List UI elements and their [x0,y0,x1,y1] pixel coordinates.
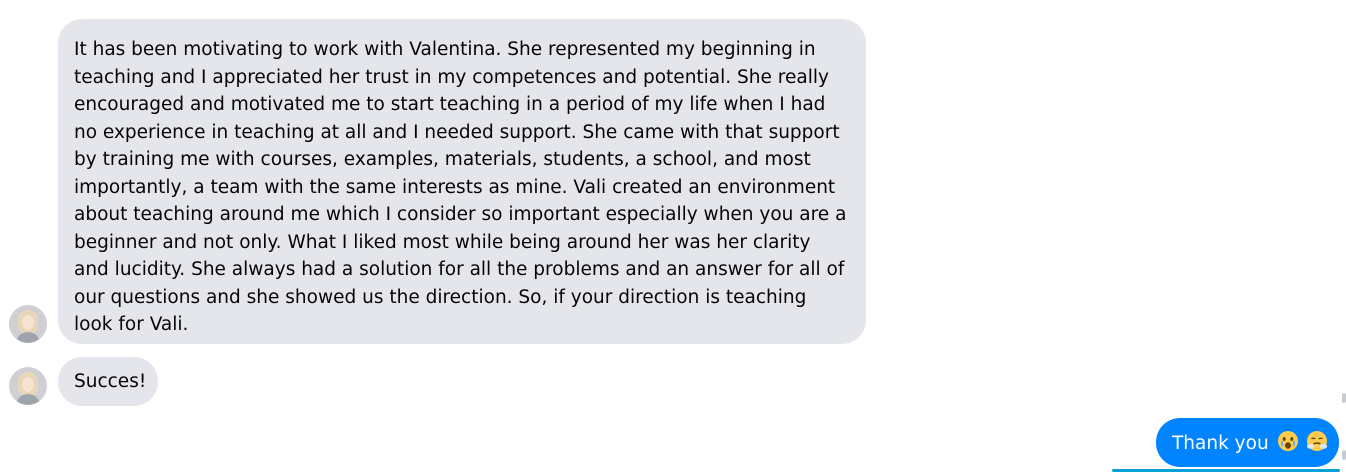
sender-avatar[interactable] [9,305,47,343]
message-bubble-incoming[interactable]: It has been motivating to work with Vale… [58,19,866,344]
message-bubble-outgoing[interactable]: Thank you [1156,418,1339,467]
chat-thread: It has been motivating to work with Vale… [0,0,1346,472]
face-with-steam-emoji [1306,430,1328,459]
scroll-indicator [1342,450,1346,460]
message-text: Thank you [1172,433,1269,454]
message-text: Succes! [74,371,147,392]
scroll-indicator [1342,393,1346,403]
message-text: It has been motivating to work with Vale… [74,39,847,335]
sender-avatar[interactable] [9,367,47,405]
message-bubble-incoming[interactable]: Succes! [58,357,158,406]
crying-face-emoji [1277,430,1299,459]
